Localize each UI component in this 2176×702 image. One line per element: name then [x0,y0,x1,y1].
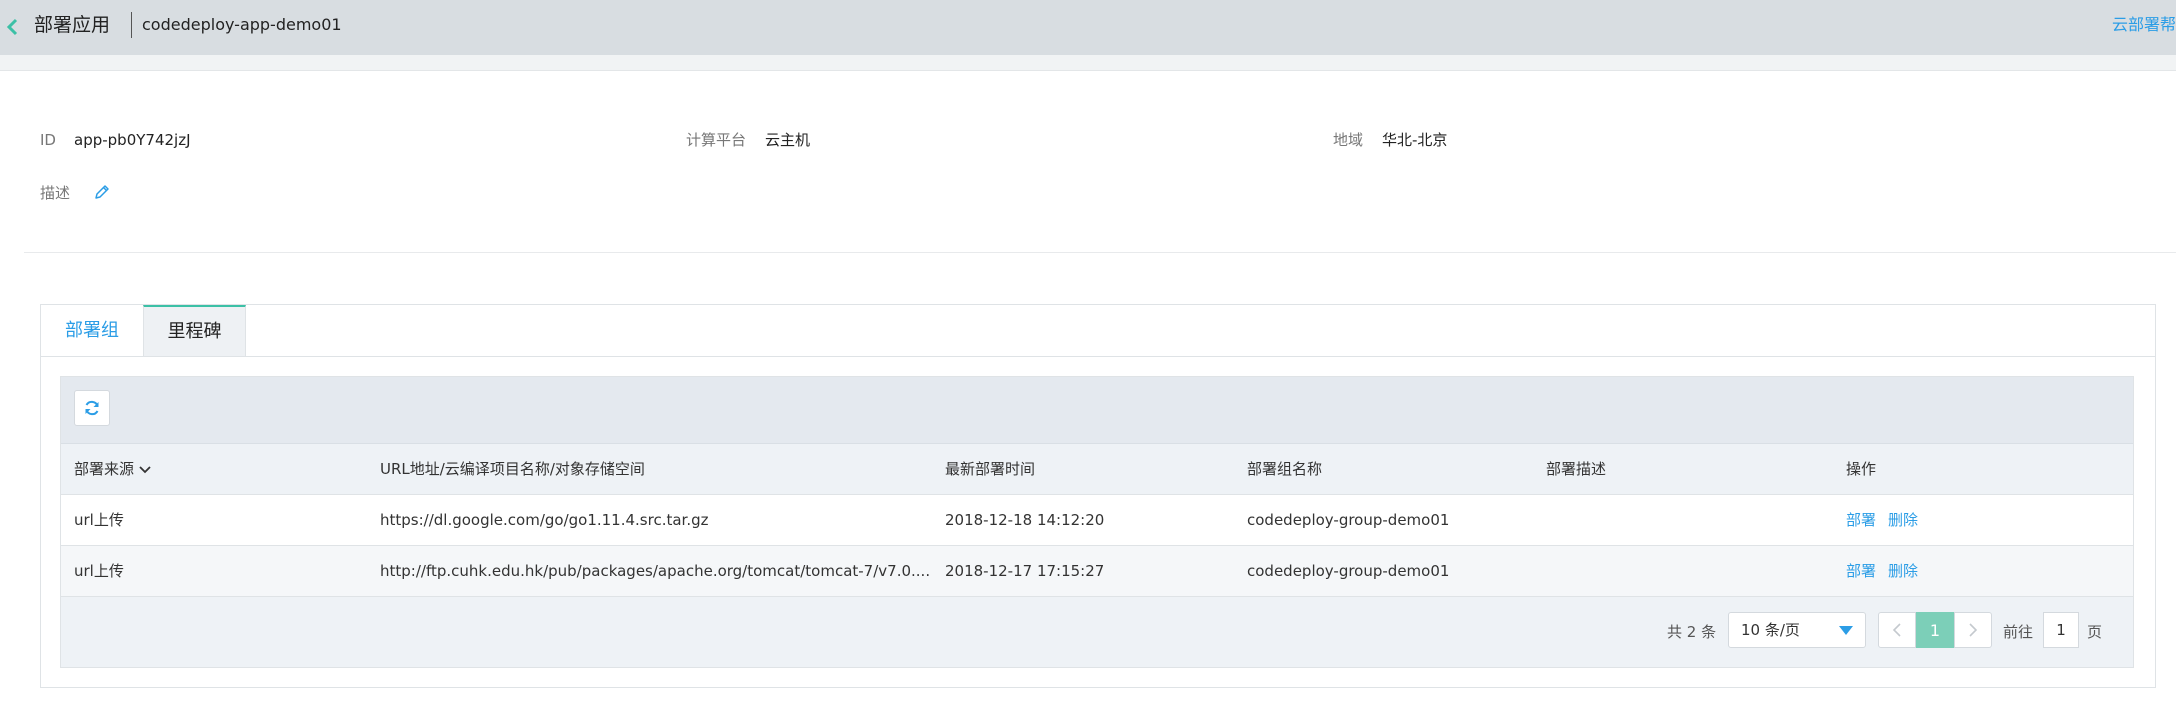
section-divider [24,252,2176,253]
page-title: 部署应用 [34,14,111,36]
id-label: ID [40,131,56,149]
page-size-select[interactable]: 10 条/页 [1728,612,1866,648]
page-size-value: 10 条/页 [1741,621,1800,639]
cell-source: url上传 [74,562,124,580]
description-label: 描述 [40,184,71,202]
platform-label: 计算平台 [686,131,747,149]
pencil-icon[interactable] [93,183,111,201]
table-toolbar [61,377,2133,444]
cell-time: 2018-12-17 17:15:27 [945,562,1105,580]
column-header-description: 部署描述 [1546,460,1607,478]
cell-url: http://ftp.cuhk.edu.hk/pub/packages/apac… [380,562,931,580]
chevron-left-icon [1892,623,1901,637]
tabs-bar: 部署组 里程碑 [41,305,2155,357]
refresh-icon [85,400,99,416]
tab-deploy-group[interactable]: 部署组 [41,305,143,356]
cell-time: 2018-12-18 14:12:20 [945,511,1105,529]
deploy-link[interactable]: 部署 [1846,546,1876,596]
caret-down-icon [1839,626,1853,635]
deploy-link[interactable]: 部署 [1846,495,1876,545]
table-row: url上传 http://ftp.cuhk.edu.hk/pub/package… [61,546,2133,597]
back-icon[interactable] [6,16,20,38]
column-header-time: 最新部署时间 [945,460,1036,478]
chevron-right-icon [1969,623,1978,637]
prev-page-button[interactable] [1878,612,1916,648]
milestone-panel: 部署来源 URL地址/云编译项目名称/对象存储空间 最新部署时间 部署组名称 部… [60,376,2134,668]
goto-page-input[interactable] [2043,612,2079,648]
help-link[interactable]: 云部署帮助 [2112,14,2176,36]
region-value: 华北-北京 [1382,131,1448,149]
refresh-button[interactable] [74,390,110,426]
table-header: 部署来源 URL地址/云编译项目名称/对象存储空间 最新部署时间 部署组名称 部… [61,444,2133,495]
table-row: url上传 https://dl.google.com/go/go1.11.4.… [61,495,2133,546]
top-bar: 部署应用 codedeploy-app-demo01 云部署帮助 [0,0,2176,55]
region-label: 地域 [1333,131,1364,149]
app-name: codedeploy-app-demo01 [142,15,342,34]
column-header-source[interactable]: 部署来源 [74,444,152,494]
column-header-group: 部署组名称 [1247,460,1323,478]
tabs-container: 部署组 里程碑 部署来源 URL地址/云编译项目名称/对象存储空间 最新部署时间… [40,304,2156,688]
cell-group: codedeploy-group-demo01 [1247,562,1450,580]
delete-link[interactable]: 删除 [1888,546,1918,596]
delete-link[interactable]: 删除 [1888,495,1918,545]
column-header-actions: 操作 [1846,460,1877,478]
goto-label: 前往 [2003,623,2034,641]
next-page-button[interactable] [1954,612,1992,648]
goto-suffix: 页 [2087,623,2103,641]
tab-milestone[interactable]: 里程碑 [143,305,246,356]
chevron-down-icon[interactable] [138,465,152,475]
cell-source: url上传 [74,511,124,529]
cell-group: codedeploy-group-demo01 [1247,511,1450,529]
pagination-total: 共 2 条 [1667,623,1717,641]
column-header-url: URL地址/云编译项目名称/对象存储空间 [380,460,645,478]
id-value: app-pb0Y742jzJ [74,131,191,149]
cell-url: https://dl.google.com/go/go1.11.4.src.ta… [380,511,709,529]
page-number-button[interactable]: 1 [1916,612,1954,648]
column-header-label: 部署来源 [74,460,135,478]
title-divider [131,12,132,38]
header-strip [0,55,2176,71]
platform-value: 云主机 [765,131,811,149]
